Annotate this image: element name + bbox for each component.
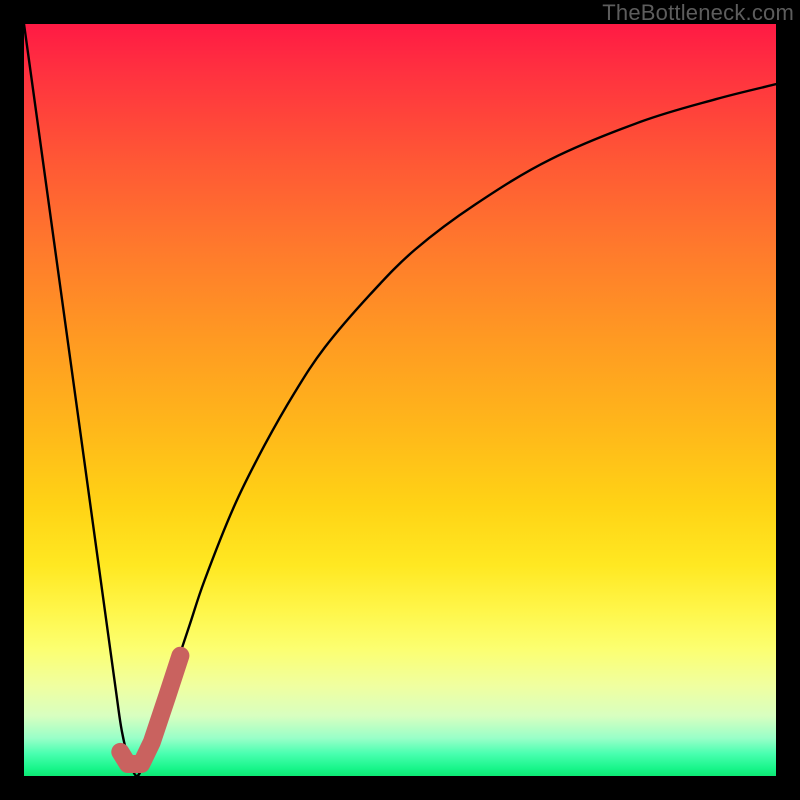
outer-frame: TheBottleneck.com — [0, 0, 800, 800]
marker-segment — [120, 656, 180, 764]
bottleneck-curve — [24, 24, 776, 776]
watermark-text: TheBottleneck.com — [602, 0, 794, 26]
plot-area — [24, 24, 776, 776]
chart-svg — [24, 24, 776, 776]
